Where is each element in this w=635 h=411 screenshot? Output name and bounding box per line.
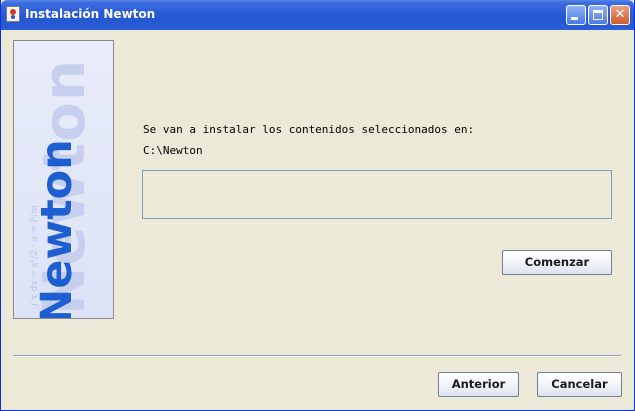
banner-logo-text: Newton [32,139,82,319]
cancel-button[interactable]: Cancelar [537,372,622,397]
java-cup-icon [6,6,20,22]
newton-side-banner: Newton ∫ x dx = x²/2 · a = F/m Newton [13,40,114,319]
title-bar[interactable]: Instalación Newton ✕ [1,0,634,30]
start-button[interactable]: Comenzar [502,250,612,275]
progress-bar [142,170,612,219]
previous-button[interactable]: Anterior [438,372,519,397]
window-title: Instalación Newton [25,7,156,21]
maximize-button[interactable] [588,5,608,25]
minimize-button[interactable] [566,5,586,25]
minimize-icon [571,17,578,20]
installer-window: Instalación Newton ✕ Newton ∫ x dx = x²/… [0,0,635,411]
maximize-icon [593,10,603,20]
install-path: C:\Newton [143,144,203,157]
install-message: Se van a instalar los contenidos selecci… [143,123,475,136]
separator [13,355,621,357]
close-button[interactable]: ✕ [610,5,630,25]
close-icon: ✕ [614,7,626,22]
